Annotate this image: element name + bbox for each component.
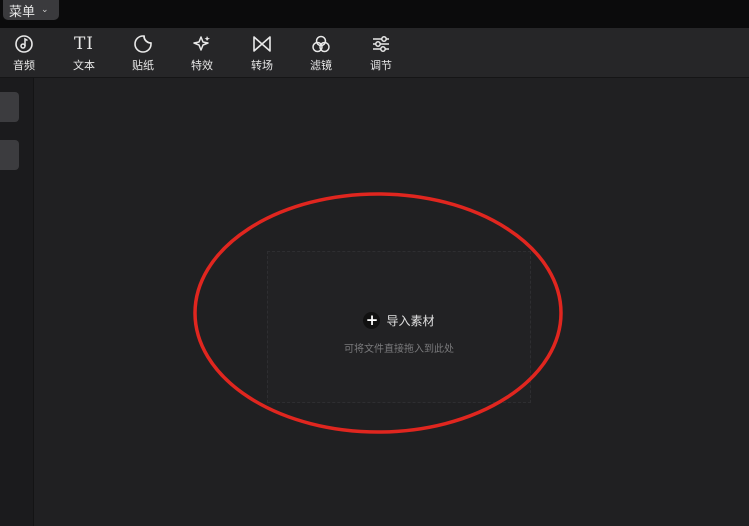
toolbar-filter-label: 滤镜 [310,59,332,72]
toolbar-adjust-label: 调节 [370,59,392,72]
toolbar-effects-label: 特效 [191,59,213,72]
top-menu-bar: 菜单 ⌄ [0,0,749,28]
plus-icon: + [363,312,381,329]
toolbar-effects[interactable]: 特效 [180,30,224,76]
import-media-button[interactable]: + 导入素材 [268,312,530,329]
menu-button[interactable]: 菜单 ⌄ [3,0,59,20]
toolbar-transition[interactable]: 转场 [240,30,284,76]
text-ti-icon: TI [73,34,95,54]
import-media-label: 导入素材 [386,314,435,328]
sticker-icon [134,35,152,53]
toolbar-filter[interactable]: 滤镜 [299,30,343,76]
bowtie-transition-icon [253,36,271,52]
toolbar-audio[interactable]: 音频 [2,30,46,76]
import-dropzone[interactable]: + 导入素材 可将文件直接拖入到此处 [267,251,531,403]
toolbar-sticker-label: 贴纸 [132,59,154,72]
toolbar-text[interactable]: TI 文本 [62,30,106,76]
left-side-panel [0,78,34,526]
toolbar-adjust[interactable]: 调节 [359,30,403,76]
toolbar-text-label: 文本 [73,59,95,72]
toolbar-transition-label: 转场 [251,59,273,72]
music-note-icon [15,35,33,53]
side-tab-2[interactable] [0,140,19,170]
media-toolbar: 音频 TI 文本 贴纸 特效 转场 滤镜 调节 [0,28,749,78]
toolbar-audio-label: 音频 [13,59,35,72]
drag-hint-text: 可将文件直接拖入到此处 [344,344,454,355]
sparkle-star-icon [193,36,210,51]
chevron-down-icon: ⌄ [41,5,49,15]
sliders-icon [373,36,389,52]
filter-circles-icon [312,35,330,53]
menu-button-label: 菜单 [9,4,36,20]
side-tab-1[interactable] [0,92,19,122]
toolbar-sticker[interactable]: 贴纸 [121,30,165,76]
